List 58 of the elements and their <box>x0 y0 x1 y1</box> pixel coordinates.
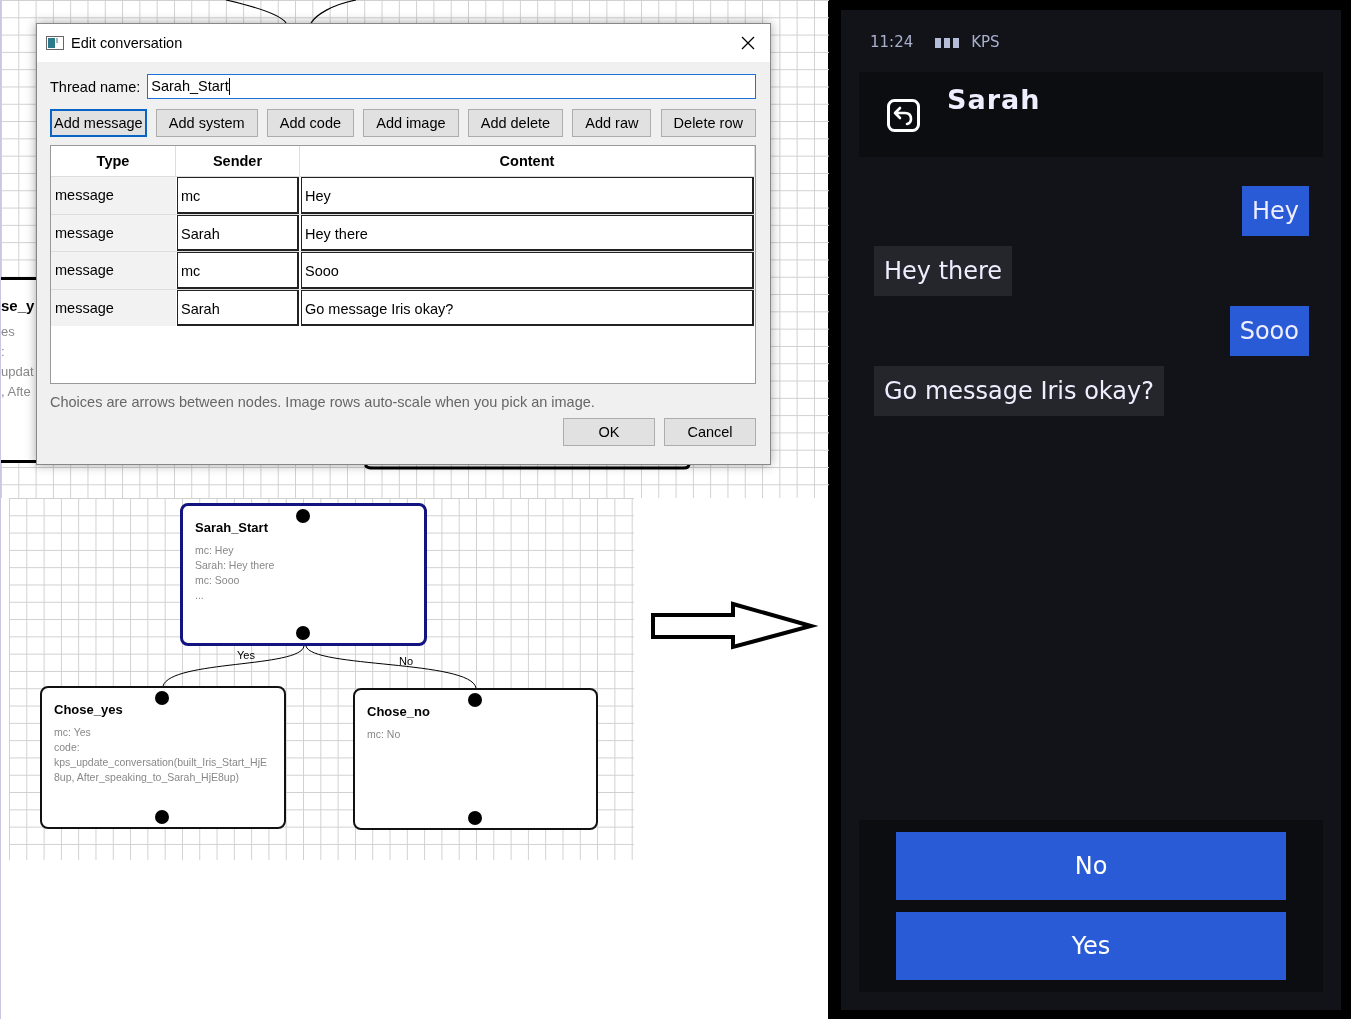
sender-field[interactable]: mc <box>177 252 299 289</box>
content-field[interactable]: Hey there <box>301 214 754 251</box>
node-text: Sarah: Hey there <box>195 558 276 573</box>
node-card[interactable]: Sarah_Start mc: Hey Sarah: Hey there mc: Sooo ... <box>180 503 427 646</box>
column-header: Type <box>51 146 176 176</box>
toolbar-button[interactable]: Add system <box>155 109 258 137</box>
message-bubble: Hey there <box>874 246 1013 296</box>
status-time: 11:24 <box>870 33 914 51</box>
node-card[interactable]: Chose_no mc: No <box>353 688 598 830</box>
node-text: code: <box>54 740 81 755</box>
node-text: : <box>1 343 6 361</box>
node-text: mc: Yes <box>54 725 92 740</box>
dialog-button[interactable]: Cancel <box>664 418 756 446</box>
node-title: Chose_yes <box>54 702 124 717</box>
node-text: mc: Hey <box>195 543 235 558</box>
table-cell: message <box>51 289 176 326</box>
column-header: Sender <box>176 146 300 176</box>
edge-label: No <box>399 655 414 667</box>
toolbar-button[interactable]: Add delete <box>467 109 564 137</box>
sender-field[interactable]: mc <box>177 177 299 214</box>
hint-text: Choices are arrows between nodes. Image rows auto-scale when you pick an image. <box>50 394 596 410</box>
table-cell: message <box>51 252 176 289</box>
node-title: Sarah_Start <box>195 520 269 535</box>
toolbar-button[interactable]: Delete row <box>660 109 756 137</box>
message-bubble: Hey <box>1242 186 1309 236</box>
carrier-name: KPS <box>971 33 1000 51</box>
node-title: Chose_no <box>367 704 431 719</box>
toolbar-button[interactable]: Add image <box>363 109 459 137</box>
table-cell: message <box>51 214 176 251</box>
field-label: Thread name: <box>50 78 141 95</box>
choice-button[interactable]: No <box>896 832 1286 900</box>
node-text: kps_update_conversation(built_Iris_Start_HjE8up, After_speaking_to_Sarah_HjE8up) <box>54 755 269 785</box>
node-text: mc: No <box>367 727 402 742</box>
window-title: Edit conversation <box>71 35 184 51</box>
thread-name-field[interactable]: Sarah_Start <box>147 74 756 99</box>
toolbar-button[interactable]: Add code <box>266 109 355 137</box>
table-cell: message <box>51 177 176 214</box>
toolbar-button[interactable]: Add raw <box>572 109 652 137</box>
node-title: se_y <box>1 296 36 316</box>
edge-label: Yes <box>237 649 255 661</box>
node-text: mc: Sooo <box>195 573 241 588</box>
dialog-button[interactable]: OK <box>563 418 655 446</box>
choice-button[interactable]: Yes <box>896 912 1286 980</box>
content-field[interactable]: Sooo <box>301 252 754 289</box>
toolbar-button[interactable]: Add message <box>50 109 147 137</box>
contact-name: Sarah <box>947 84 1041 115</box>
node-text: ... <box>195 588 205 603</box>
node-text: es <box>1 323 16 341</box>
message-bubble: Sooo <box>1229 306 1309 356</box>
node-card[interactable]: Chose_yes mc: Yes code: kps_update_conversation(built_Iris_Start_HjE8up, After_speaking_to_Sarah_HjE8up) <box>40 686 286 829</box>
content-field[interactable]: Hey <box>301 177 754 214</box>
node-text: , Afte <box>1 383 32 401</box>
column-header: Content <box>300 146 755 176</box>
content-field[interactable]: Go message Iris okay? <box>301 289 754 326</box>
sender-field[interactable]: Sarah <box>177 289 299 326</box>
message-bubble: Go message Iris okay? <box>874 366 1164 416</box>
node-text: updat <box>1 363 35 381</box>
sender-field[interactable]: Sarah <box>177 214 299 251</box>
